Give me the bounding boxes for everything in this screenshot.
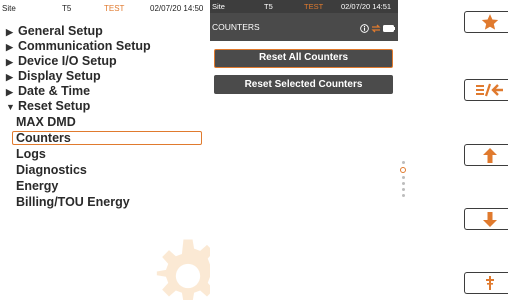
- star-icon: [481, 14, 498, 30]
- info-icon: [360, 24, 369, 33]
- menu-item-communication-setup[interactable]: ▶ Communication Setup: [6, 39, 151, 53]
- datetime-label: 02/07/20 14:50: [150, 4, 204, 13]
- menu-back-icon: [475, 83, 503, 97]
- site-label: Site: [2, 4, 16, 13]
- title-bar: COUNTERS: [210, 13, 398, 41]
- arrow-down-icon: [482, 211, 497, 227]
- expand-right-icon: ▶: [6, 42, 13, 52]
- setup-menu-panel: Site T5 TEST 02/07/20 14:50 ▶ General Set…: [0, 0, 210, 300]
- device-label: T5: [264, 2, 273, 11]
- gear-watermark-icon: [156, 239, 210, 300]
- page-dot: [401, 188, 405, 191]
- submenu-item-energy[interactable]: Energy: [16, 179, 58, 193]
- reset-all-counters-button[interactable]: Reset All Counters: [214, 49, 393, 68]
- menu-item-reset-setup[interactable]: ▼ Reset Setup: [6, 99, 90, 113]
- mode-label: TEST: [104, 4, 125, 13]
- menu-item-general-setup[interactable]: ▶ General Setup: [6, 24, 103, 38]
- mode-label: TEST: [304, 2, 324, 11]
- expand-right-icon: ▶: [6, 27, 13, 37]
- left-status-bar: Site T5 TEST 02/07/20 14:50: [0, 0, 210, 16]
- expand-right-icon: ▶: [6, 87, 13, 97]
- submenu-item-logs[interactable]: Logs: [16, 147, 46, 161]
- favorite-button[interactable]: [464, 11, 508, 33]
- sync-icon: [371, 24, 381, 33]
- submenu-item-billing-tou-energy[interactable]: Billing/TOU Energy: [16, 195, 130, 209]
- expand-right-icon: ▶: [6, 57, 13, 67]
- menu-item-date-time[interactable]: ▶ Date & Time: [6, 84, 90, 98]
- dagger-icon: [485, 276, 494, 290]
- page-dot: [401, 182, 405, 185]
- screen-title: COUNTERS: [212, 22, 260, 32]
- datetime-label: 02/07/20 14:51: [341, 2, 392, 11]
- submenu-item-diagnostics[interactable]: Diagnostics: [16, 163, 87, 177]
- site-label: Site: [212, 2, 225, 11]
- tool-button[interactable]: [464, 272, 508, 294]
- page-indicator: [400, 158, 406, 197]
- submenu-item-max-dmd[interactable]: MAX DMD: [16, 115, 76, 129]
- device-label: T5: [62, 4, 72, 13]
- menu-back-button[interactable]: [464, 79, 508, 101]
- arrow-up-icon: [482, 147, 497, 163]
- arrow-up-button[interactable]: [464, 144, 508, 166]
- page-dot: [401, 194, 405, 197]
- battery-icon: [383, 25, 395, 32]
- collapse-down-icon: ▼: [6, 102, 15, 112]
- reset-selected-counters-button[interactable]: Reset Selected Counters: [214, 75, 393, 94]
- page-dot-current: [400, 167, 406, 173]
- arrow-down-button[interactable]: [464, 208, 508, 230]
- menu-item-device-io-setup[interactable]: ▶ Device I/O Setup: [6, 54, 117, 68]
- mid-status-bar: Site T5 TEST 02/07/20 14:51: [210, 0, 398, 13]
- page-dot: [401, 161, 405, 164]
- page-dot: [401, 176, 405, 179]
- menu-item-display-setup[interactable]: ▶ Display Setup: [6, 69, 101, 83]
- counters-screen: Site T5 TEST 02/07/20 14:51 COUNTERS Res…: [210, 0, 406, 300]
- submenu-item-counters[interactable]: Counters: [16, 131, 71, 145]
- expand-right-icon: ▶: [6, 72, 13, 82]
